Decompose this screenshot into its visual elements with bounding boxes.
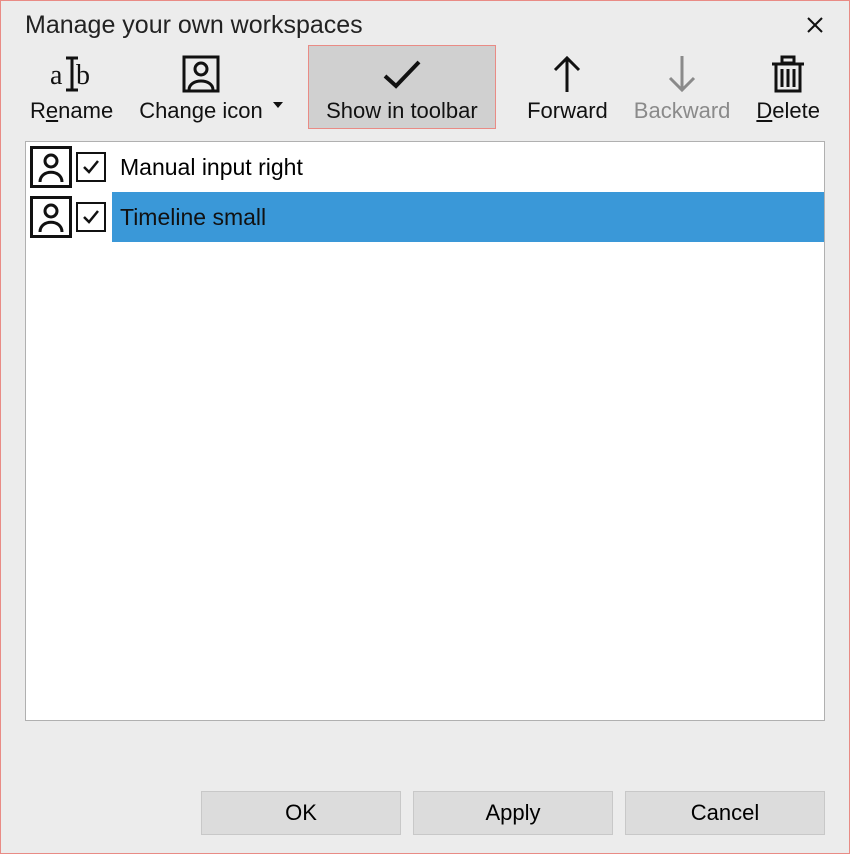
workspace-label[interactable]: Timeline small — [112, 192, 824, 242]
title-bar: Manage your own workspaces — [1, 1, 849, 43]
toolbar: a b Rename Change icon — [1, 43, 849, 135]
show-in-toolbar-button[interactable]: Show in toolbar — [308, 45, 497, 129]
dropdown-caret-icon — [273, 88, 283, 114]
trash-icon — [769, 52, 807, 96]
workspace-row[interactable]: Manual input right — [26, 142, 824, 192]
person-box-icon — [181, 52, 221, 96]
delete-button[interactable]: Delete — [747, 45, 829, 129]
change-icon-button[interactable]: Change icon — [130, 45, 282, 129]
workspace-row[interactable]: Timeline small — [26, 192, 824, 242]
checkmark-icon — [82, 158, 100, 176]
dialog-buttons: OK Apply Cancel — [201, 791, 825, 835]
apply-button[interactable]: Apply — [413, 791, 613, 835]
cancel-button[interactable]: Cancel — [625, 791, 825, 835]
workspace-checkbox[interactable] — [76, 202, 106, 232]
forward-button[interactable]: Forward — [518, 45, 617, 129]
rename-button[interactable]: a b Rename — [21, 45, 122, 129]
svg-text:b: b — [76, 60, 90, 91]
workspace-list[interactable]: Manual input right Timeline small — [25, 141, 825, 721]
workspace-checkbox[interactable] — [76, 152, 106, 182]
arrow-down-icon — [666, 52, 698, 96]
close-button[interactable] — [799, 9, 831, 41]
ok-button[interactable]: OK — [201, 791, 401, 835]
backward-button: Backward — [625, 45, 740, 129]
rename-icon: a b — [49, 52, 95, 96]
workspace-icon — [30, 146, 72, 188]
arrow-up-icon — [551, 52, 583, 96]
dialog-title: Manage your own workspaces — [25, 11, 363, 40]
workspace-icon — [30, 196, 72, 238]
check-icon — [380, 52, 424, 96]
close-icon — [807, 17, 823, 33]
svg-text:a: a — [50, 60, 63, 91]
workspace-label[interactable]: Manual input right — [112, 142, 824, 192]
checkmark-icon — [82, 208, 100, 226]
